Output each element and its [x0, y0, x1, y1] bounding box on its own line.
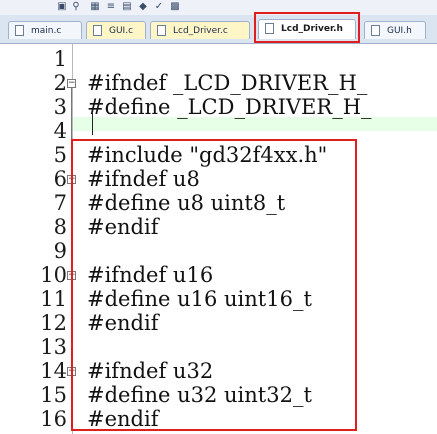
code-line[interactable]: #define _LCD_DRIVER_H_ [87, 95, 372, 119]
toolbar-button-icon[interactable]: ▣ [56, 1, 68, 13]
current-line-highlight [73, 117, 437, 131]
toolbar-button-icon[interactable]: ▤ [121, 1, 133, 13]
line-number: 8 [53, 215, 67, 239]
file-icon [371, 25, 380, 36]
text-cursor [92, 113, 93, 135]
line-number: 2 [53, 71, 67, 95]
line-number: 9 [53, 239, 67, 263]
active-tab-highlight [254, 12, 360, 43]
toolbar: ▣ ⚲ ▦ ≡ ▤ ◆ ✓ ▩ [0, 0, 437, 16]
line-number: 15 [40, 383, 67, 407]
file-icon [93, 25, 102, 36]
tab-label: GUI.h [387, 26, 412, 36]
tab-label: GUI.c [109, 26, 134, 36]
line-number: 11 [40, 287, 67, 311]
code-region-highlight [71, 139, 357, 431]
fold-collapse-icon[interactable]: − [67, 79, 76, 88]
tab-main-c[interactable]: main.c [8, 21, 82, 39]
tab-gui-c[interactable]: GUI.c [86, 21, 146, 39]
line-number: 7 [53, 191, 67, 215]
tab-gui-h[interactable]: GUI.h [364, 21, 426, 39]
line-number: 14 [40, 359, 67, 383]
line-number: 16 [40, 407, 67, 431]
toolbar-button-icon[interactable]: ◆ [137, 1, 149, 13]
file-icon [157, 25, 166, 36]
line-number: 1 [53, 47, 67, 71]
toolbar-button-icon[interactable]: ▦ [89, 1, 101, 13]
tab-label: Lcd_Driver.c [173, 26, 228, 36]
file-icon [15, 25, 24, 36]
tab-lcd-driver-c[interactable]: Lcd_Driver.c [150, 21, 250, 39]
toolbar-button-icon[interactable]: ✓ [153, 1, 165, 13]
line-number: 5 [53, 143, 67, 167]
tab-label: main.c [31, 26, 62, 36]
line-number: 4 [53, 119, 67, 143]
code-line[interactable]: #ifndef _LCD_DRIVER_H_ [87, 71, 367, 95]
file-tab-bar: main.c GUI.c Lcd_Driver.c Lcd_Driver.h G… [0, 15, 437, 44]
toolbar-button-icon[interactable]: ⚲ [70, 1, 82, 13]
line-number: 3 [53, 95, 67, 119]
toolbar-button-icon[interactable]: ≡ [105, 1, 117, 13]
line-number: 13 [40, 335, 67, 359]
line-number: 10 [40, 263, 67, 287]
line-number: 6 [53, 167, 67, 191]
toolbar-button-icon[interactable]: ▩ [169, 1, 181, 13]
line-number: 12 [40, 311, 67, 335]
